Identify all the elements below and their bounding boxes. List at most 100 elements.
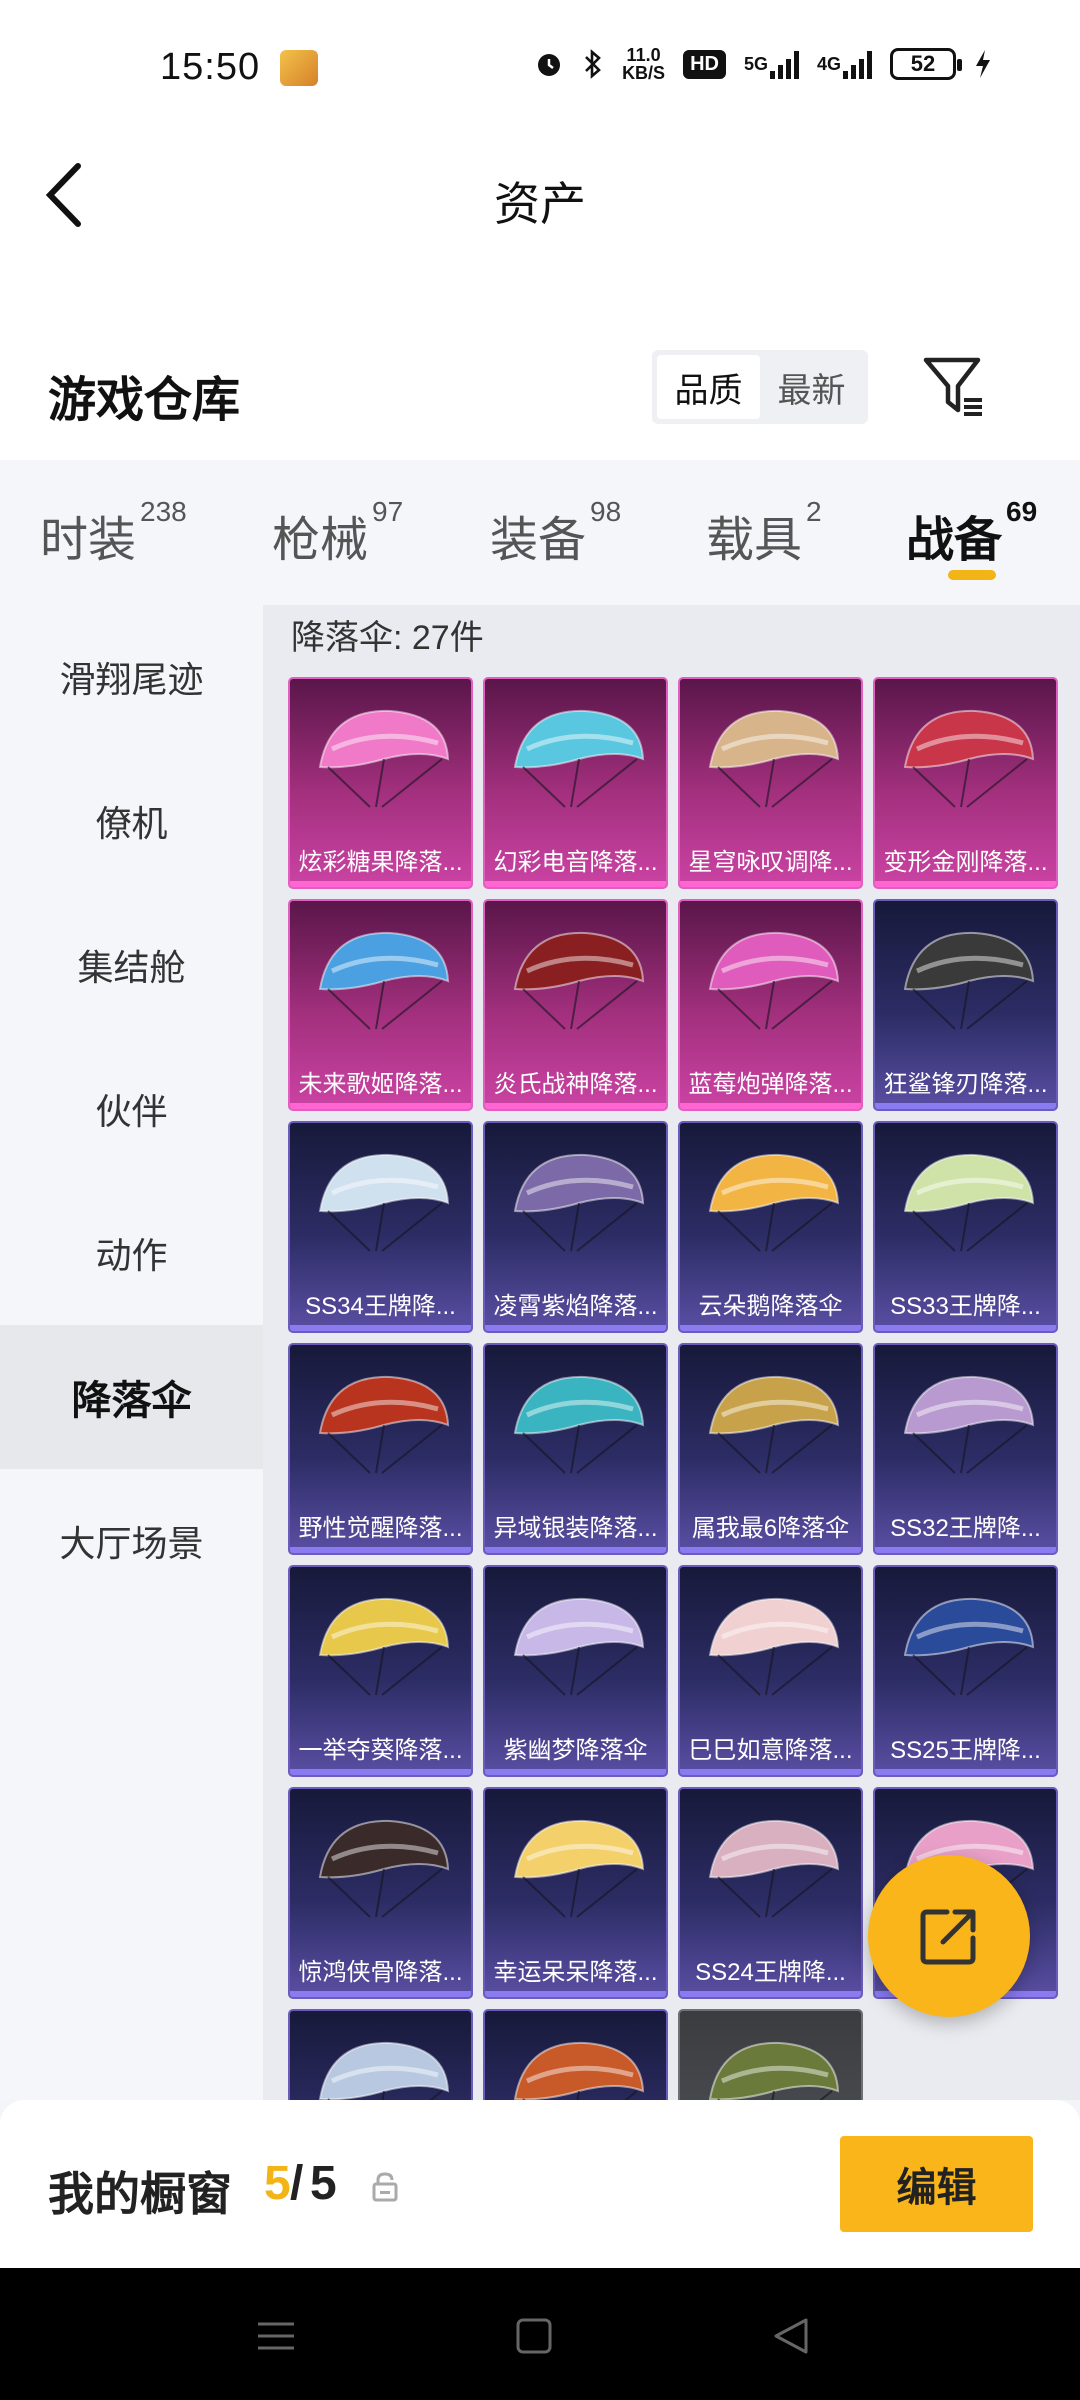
rarity-strip <box>290 1547 471 1553</box>
active-tab-indicator <box>948 570 996 580</box>
tab-weapons[interactable]: 枪械97 <box>272 496 403 570</box>
tab-battle-prep[interactable]: 战备69 <box>906 496 1037 570</box>
sidebar-item-lobby-scene[interactable]: 大厅场景 <box>0 1469 263 1613</box>
tab-vehicles[interactable]: 载具2 <box>706 496 822 570</box>
parachute-item-name: 巳巳如意降落... <box>688 1737 853 1764</box>
rarity-strip <box>290 1769 471 1775</box>
parachute-item-card[interactable]: 幻彩电音降落... <box>483 677 668 889</box>
home-icon[interactable] <box>506 2308 562 2364</box>
parachute-item-card[interactable]: 属我最6降落伞 <box>678 1343 863 1555</box>
parachute-item-card[interactable]: SS33王牌降... <box>873 1121 1058 1333</box>
parachute-item-card[interactable]: 未来歌姬降落... <box>288 899 473 1111</box>
showcase-current-count: 5 <box>264 2157 291 2210</box>
showcase-label: 我的橱窗 <box>48 2168 232 2220</box>
item-count-label: 降落伞: 27件 <box>291 619 484 657</box>
parachute-item-card[interactable]: 变形金刚降落... <box>873 677 1058 889</box>
rarity-strip <box>680 1103 861 1109</box>
parachute-item-card[interactable] <box>288 2009 473 2100</box>
sidebar-item-emote[interactable]: 动作 <box>0 1181 263 1325</box>
share-button[interactable] <box>868 1855 1030 2017</box>
parachute-item-name: 幻彩电音降落... <box>493 849 658 876</box>
parachute-item-card[interactable]: 云朵鹅降落伞 <box>678 1121 863 1333</box>
parachute-item-card[interactable]: SS32王牌降... <box>873 1343 1058 1555</box>
parachute-item-card[interactable]: 紫幽梦降落伞 <box>483 1565 668 1777</box>
parachute-item-name: 幸运呆呆降落... <box>493 1959 658 1986</box>
rarity-strip <box>485 1547 666 1553</box>
parachute-item-card[interactable] <box>483 2009 668 2100</box>
page-header: 资产 <box>0 130 1080 320</box>
parachute-item-name: 炫彩糖果降落... <box>298 849 463 876</box>
parachute-item-card[interactable]: 异域银装降落... <box>483 1343 668 1555</box>
signal-5g-icon: 5G <box>744 49 799 79</box>
edit-button[interactable]: 编辑 <box>840 2136 1033 2232</box>
parachute-item-card[interactable]: SS24王牌降... <box>678 1787 863 1999</box>
parachute-icon <box>513 1375 645 1474</box>
parachute-item-card[interactable]: 幸运呆呆降落... <box>483 1787 668 1999</box>
rarity-strip <box>680 881 861 887</box>
rarity-strip <box>680 1325 861 1331</box>
sidebar-item-glide-trail[interactable]: 滑翔尾迹 <box>0 605 263 749</box>
rarity-strip <box>290 1103 471 1109</box>
parachute-item-name: 属我最6降落伞 <box>691 1515 850 1542</box>
sort-by-newest[interactable]: 最新 <box>760 355 863 419</box>
parachute-item-name: 变形金刚降落... <box>883 849 1048 876</box>
parachute-icon <box>513 1597 645 1696</box>
parachute-icon <box>708 931 840 1030</box>
parachute-icon <box>513 709 645 808</box>
rarity-strip <box>485 1769 666 1775</box>
parachute-item-card[interactable]: 巳巳如意降落... <box>678 1565 863 1777</box>
signal-4g-icon: 4G <box>817 49 872 79</box>
share-icon <box>920 1909 976 1965</box>
showcase-separator: / <box>290 2157 304 2210</box>
parachute-item-card[interactable]: SS25王牌降... <box>873 1565 1058 1777</box>
sidebar-item-companion[interactable]: 伙伴 <box>0 1037 263 1181</box>
parachute-item-card[interactable]: 星穹咏叹调降... <box>678 677 863 889</box>
parachute-item-card[interactable]: 炫彩糖果降落... <box>288 677 473 889</box>
parachute-item-card[interactable]: 惊鸿侠骨降落... <box>288 1787 473 1999</box>
charging-icon <box>974 48 992 80</box>
warehouse-row: 游戏仓库 品质 最新 <box>0 320 1080 460</box>
warehouse-title: 游戏仓库 <box>48 374 241 427</box>
menu-icon[interactable] <box>248 2308 304 2364</box>
sidebar-item-pod[interactable]: 集结舱 <box>0 893 263 1037</box>
tab-fashion[interactable]: 时装238 <box>40 496 187 570</box>
category-tabs: 时装238 枪械97 装备98 载具2 战备69 <box>0 460 1080 605</box>
sidebar-item-parachute[interactable]: 降落伞 <box>0 1325 263 1469</box>
parachute-item-name: SS33王牌降... <box>890 1293 1041 1320</box>
rarity-strip <box>680 1547 861 1553</box>
parachute-item-card[interactable]: 野性觉醒降落... <box>288 1343 473 1555</box>
parachute-icon <box>513 1153 645 1252</box>
parachute-item-name: SS34王牌降... <box>305 1293 456 1320</box>
parachute-item-card[interactable]: 蓝莓炮弹降落... <box>678 899 863 1111</box>
rarity-strip <box>875 1103 1056 1109</box>
parachute-item-card[interactable]: SS34王牌降... <box>288 1121 473 1333</box>
parachute-item-name: 一举夺葵降落... <box>298 1737 463 1764</box>
rarity-strip <box>875 881 1056 887</box>
rarity-strip <box>680 1991 861 1997</box>
status-time: 15:50 <box>160 46 261 88</box>
parachute-icon <box>708 1597 840 1696</box>
rarity-strip <box>290 1991 471 1997</box>
parachute-item-card[interactable] <box>678 2009 863 2100</box>
back-triangle-icon[interactable] <box>764 2308 820 2364</box>
parachute-item-name: 异域银装降落... <box>493 1515 658 1542</box>
parachute-icon <box>318 1153 450 1252</box>
parachute-icon <box>708 1375 840 1474</box>
sidebar-item-wingman[interactable]: 僚机 <box>0 749 263 893</box>
parachute-item-name: 野性觉醒降落... <box>298 1515 463 1542</box>
filter-button[interactable] <box>920 352 990 422</box>
tab-equipment[interactable]: 装备98 <box>490 496 621 570</box>
parachute-icon <box>903 709 1035 808</box>
sort-by-quality[interactable]: 品质 <box>657 355 760 419</box>
parachute-item-card[interactable]: 凌霄紫焰降落... <box>483 1121 668 1333</box>
rarity-strip <box>680 1769 861 1775</box>
battery-icon: 52 <box>890 48 962 80</box>
parachute-icon <box>513 2041 645 2100</box>
parachute-item-card[interactable]: 狂鲨锋刃降落... <box>873 899 1058 1111</box>
parachute-item-card[interactable]: 一举夺葵降落... <box>288 1565 473 1777</box>
parachute-icon <box>903 1153 1035 1252</box>
parachute-item-name: SS32王牌降... <box>890 1515 1041 1542</box>
status-icons: 11.0 KB/S HD 5G 4G 52 <box>534 46 992 82</box>
rarity-strip <box>485 1325 666 1331</box>
parachute-item-card[interactable]: 炎氏战神降落... <box>483 899 668 1111</box>
